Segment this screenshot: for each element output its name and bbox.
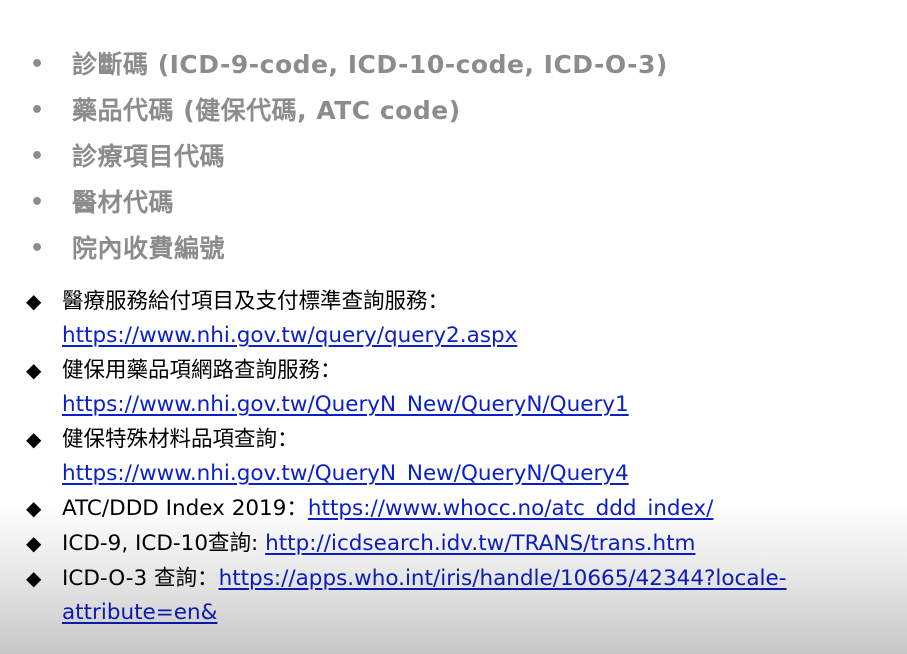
list-item: • 藥品代碼 (健保代碼, ATC code) [30, 88, 668, 134]
resources-list: ◆ 醫療服務給付項目及支付標準查詢服務： https://www.nhi.gov.… [26, 284, 901, 630]
resource-label: ICD-9, ICD-10查詢: [62, 531, 266, 556]
list-item: • 診療項目代碼 [30, 134, 668, 180]
list-item: • 醫材代碼 [30, 180, 668, 226]
diamond-icon: ◆ [26, 566, 42, 590]
resource-nhi-drug-query: ◆ 健保用藥品項網路查詢服務： https://www.nhi.gov.tw/Qu… [26, 353, 901, 422]
slide: • 診斷碼 (ICD-9-code, ICD-10-code, ICD-O-3) … [0, 0, 907, 654]
resource-link[interactable]: https://www.nhi.gov.tw/query/query2.aspx [62, 323, 517, 348]
resource-atc-ddd: ◆ ATC/DDD Index 2019：https://www.whocc.no… [26, 491, 901, 526]
item-text: 藥品代碼 (健保代碼, ATC code) [72, 96, 461, 125]
bullet-icon: • [30, 98, 45, 123]
item-text: 院內收費編號 [72, 234, 226, 263]
resource-link[interactable]: http://icdsearch.idv.tw/TRANS/trans.htm [265, 531, 695, 556]
resource-label: 健保特殊材料品項查詢： [62, 427, 299, 452]
bullet-icon: • [30, 236, 45, 261]
diamond-icon: ◆ [26, 358, 42, 382]
resource-link-continued[interactable]: attribute=en& [62, 600, 217, 625]
resource-nhi-fee-schedule: ◆ 醫療服務給付項目及支付標準查詢服務： https://www.nhi.gov.… [26, 284, 901, 353]
resource-icd-search: ◆ ICD-9, ICD-10查詢: http://icdsearch.idv.t… [26, 526, 901, 561]
item-text: 診療項目代碼 [72, 142, 226, 171]
resource-link[interactable]: https://www.nhi.gov.tw/QueryN_New/QueryN… [62, 461, 629, 486]
diamond-icon: ◆ [26, 496, 42, 520]
resource-label: ICD-O-3 查詢： [62, 566, 219, 591]
resource-label: 健保用藥品項網路查詢服務： [62, 358, 342, 383]
resource-nhi-special-material: ◆ 健保特殊材料品項查詢： https://www.nhi.gov.tw/Quer… [26, 422, 901, 491]
resource-label: ATC/DDD Index 2019： [62, 496, 308, 521]
list-item: • 診斷碼 (ICD-9-code, ICD-10-code, ICD-O-3) [30, 42, 668, 88]
code-types-list: • 診斷碼 (ICD-9-code, ICD-10-code, ICD-O-3) … [30, 42, 668, 272]
resource-link[interactable]: https://www.whocc.no/atc_ddd_index/ [308, 496, 713, 521]
bullet-icon: • [30, 190, 45, 215]
item-text: 診斷碼 (ICD-9-code, ICD-10-code, ICD-O-3) [72, 50, 668, 79]
diamond-icon: ◆ [26, 289, 42, 313]
resource-link[interactable]: https://www.nhi.gov.tw/QueryN_New/QueryN… [62, 392, 629, 417]
diamond-icon: ◆ [26, 427, 42, 451]
resource-link[interactable]: https://apps.who.int/iris/handle/10665/4… [219, 566, 787, 591]
diamond-icon: ◆ [26, 531, 42, 555]
resource-label: 醫療服務給付項目及支付標準查詢服務： [62, 289, 450, 314]
list-item: • 院內收費編號 [30, 226, 668, 272]
resource-icd-o-3: ◆ ICD-O-3 查詢：https://apps.who.int/iris/ha… [26, 561, 901, 630]
bullet-icon: • [30, 52, 45, 77]
bullet-icon: • [30, 144, 45, 169]
item-text: 醫材代碼 [72, 188, 175, 217]
